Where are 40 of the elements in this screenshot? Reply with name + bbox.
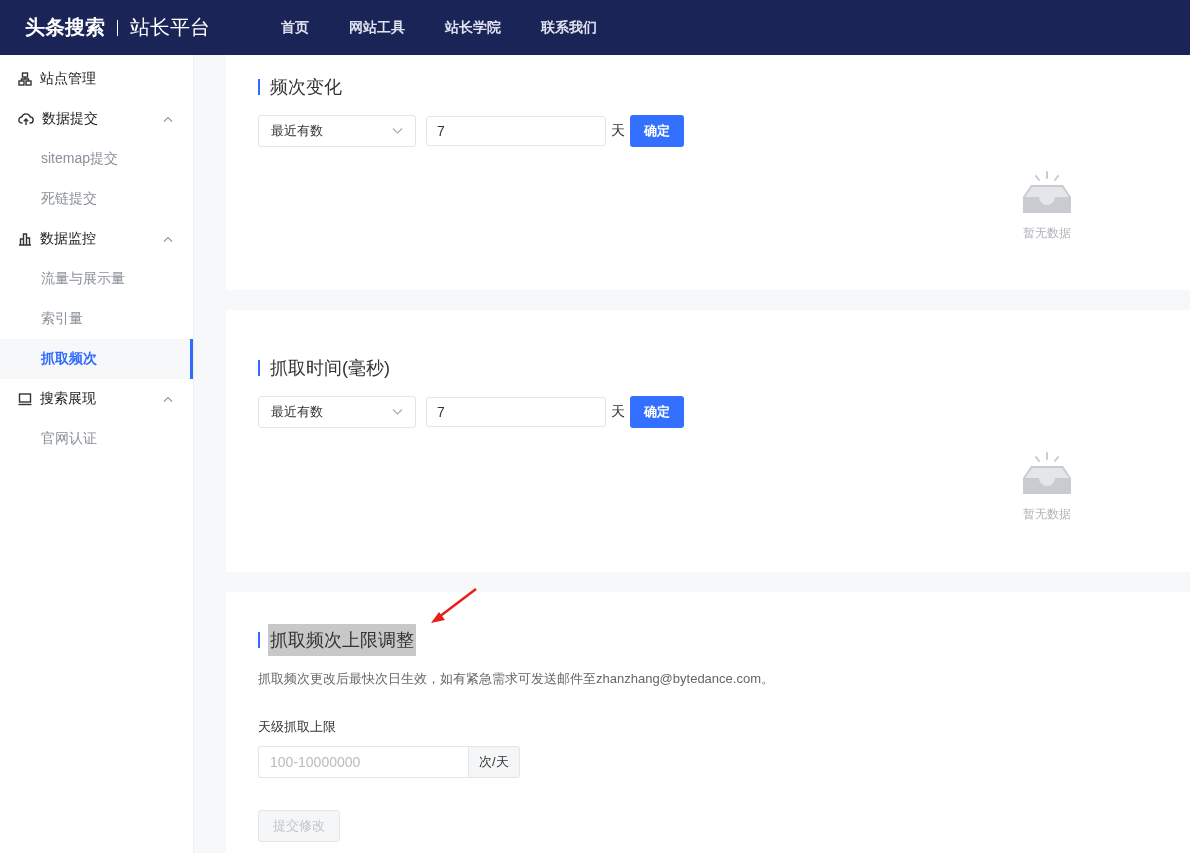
empty-state-text: 暂无数据 (1023, 506, 1071, 523)
title-accent-bar (258, 79, 260, 95)
unit-label: 天 (611, 403, 625, 421)
bar-chart-icon (18, 232, 32, 246)
sidebar-item[interactable]: 抓取频次 (0, 339, 193, 379)
section-title: 频次变化 (269, 76, 343, 99)
brand-divider (117, 19, 118, 36)
nav-link[interactable]: 联系我们 (541, 18, 597, 37)
chevron-down-icon (392, 128, 403, 134)
unit-label: 天 (611, 122, 625, 140)
field-label: 天级抓取上限 (258, 718, 337, 736)
confirm-button[interactable]: 确定 (630, 115, 684, 147)
confirm-button[interactable]: 确定 (630, 396, 684, 428)
chevron-down-icon (392, 409, 403, 415)
product-name: 站长平台 (130, 15, 210, 40)
nav-link[interactable]: 网站工具 (349, 18, 405, 37)
sidebar-group-item[interactable]: 站点管理 (0, 59, 193, 99)
sitemap-icon (18, 72, 32, 86)
days-input-field[interactable]: 7 (426, 116, 606, 146)
range-select[interactable]: 最近有数 (258, 115, 416, 147)
limit-input-field[interactable]: 100-10000000 (258, 746, 468, 778)
notice-text: 抓取频次更改后最快次日生效，如有紧急需求可发送邮件至zhanzhang@bytedance.com。 (258, 670, 775, 688)
brand-logo-text[interactable]: 头条搜索 (25, 14, 105, 41)
range-select[interactable]: 最近有数 (258, 396, 416, 428)
sidebar-group-item[interactable]: 数据监控 (0, 219, 193, 259)
section-title: 抓取频次上限调整 (268, 624, 416, 656)
sidebar-group-item[interactable]: 搜索展现 (0, 379, 193, 419)
unit-addon: 次/天 (468, 746, 520, 778)
nav-link[interactable]: 站长学院 (445, 18, 501, 37)
nav-link[interactable]: 首页 (281, 18, 309, 37)
days-input-field[interactable]: 7 (426, 397, 606, 427)
section-title: 抓取时间(毫秒) (269, 357, 391, 380)
cloud-upload-icon (18, 112, 34, 126)
empty-inbox-icon (1021, 452, 1073, 496)
monitor-icon (18, 392, 32, 406)
title-accent-bar (258, 360, 260, 376)
title-accent-bar (258, 632, 260, 648)
sidebar-group-item[interactable]: 数据提交 (0, 99, 193, 139)
empty-state-text: 暂无数据 (1023, 225, 1071, 242)
empty-inbox-icon (1021, 171, 1073, 215)
